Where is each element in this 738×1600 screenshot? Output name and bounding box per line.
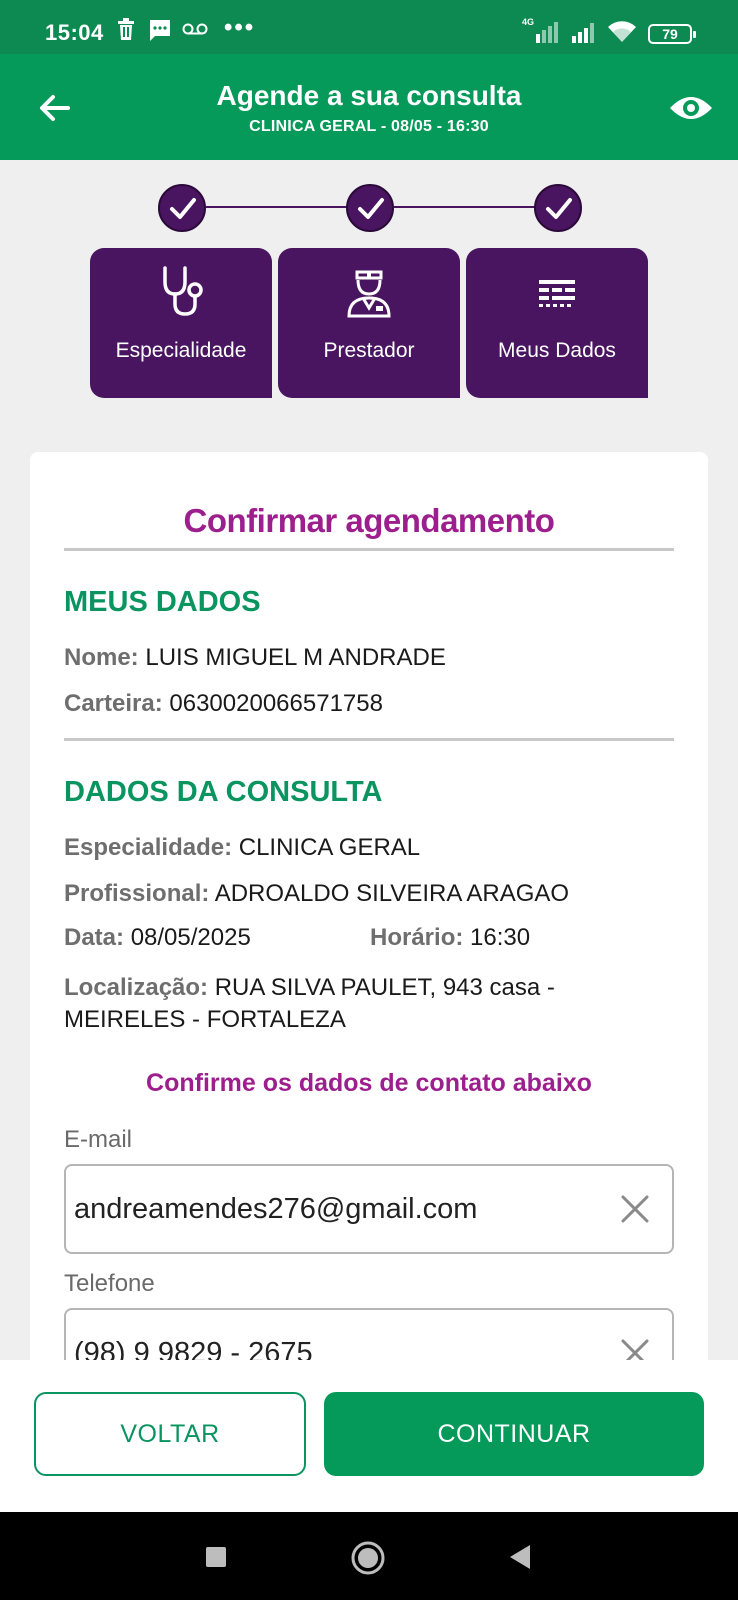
name-value: LUIS MIGUEL M ANDRADE	[145, 644, 446, 671]
voicemail-icon	[182, 22, 208, 41]
more-notifications: •••	[224, 14, 256, 41]
confirmation-card: Confirmar agendamento MEUS DADOS Nome: L…	[30, 452, 708, 1452]
step-label: Prestador	[323, 339, 415, 362]
page-title: Agende a sua consulta	[216, 80, 522, 111]
section-my-data-title: MEUS DADOS	[64, 586, 261, 618]
step-prestador[interactable]: Prestador	[278, 248, 460, 398]
page-subtitle: CLINICA GERAL - 08/05 - 16:30	[249, 118, 489, 135]
location-row: Localização: RUA SILVA PAULET, 943 casa …	[64, 972, 555, 1036]
status-bar: 15:04 ••• 4G 79	[0, 0, 738, 54]
step-1-check-icon	[158, 184, 206, 232]
email-input[interactable]	[74, 1166, 594, 1252]
voltar-button[interactable]: VOLTAR	[34, 1392, 306, 1476]
professional-value: ADROALDO SILVEIRA ARAGAO	[214, 880, 570, 907]
name-label: Nome:	[64, 644, 139, 671]
card-number-value: 0630020066571758	[169, 690, 383, 717]
signal-2-icon	[570, 18, 600, 49]
step-connector	[394, 206, 536, 208]
location-value-line2: MEIRELES - FORTALEZA	[64, 1006, 346, 1033]
step-connector	[206, 206, 348, 208]
home-icon[interactable]	[350, 1540, 386, 1581]
eye-icon[interactable]	[668, 88, 714, 128]
wifi-icon	[606, 20, 638, 49]
phone-label: Telefone	[64, 1270, 155, 1297]
step-label: Especialidade	[115, 339, 247, 362]
time-value: 16:30	[470, 924, 531, 951]
divider	[64, 738, 674, 741]
email-label: E-mail	[64, 1126, 133, 1153]
name-row: Nome: LUIS MIGUEL M ANDRADE	[64, 644, 446, 672]
recents-icon[interactable]	[205, 1546, 227, 1573]
app-bar: Agende a sua consulta CLINICA GERAL - 08…	[0, 54, 738, 160]
system-nav-bar	[0, 1512, 738, 1600]
clear-email-icon[interactable]	[620, 1194, 650, 1224]
back-nav-icon[interactable]	[508, 1544, 532, 1575]
date-label: Data:	[64, 924, 125, 951]
svg-text:4G: 4G	[522, 17, 534, 27]
continuar-button[interactable]: CONTINUAR	[324, 1392, 704, 1476]
battery-indicator: 79	[648, 24, 696, 44]
email-field	[64, 1164, 674, 1254]
professional-row: Profissional: ADROALDO SILVEIRA ARAGAO	[64, 880, 569, 908]
section-appointment-title: DADOS DA CONSULTA	[64, 776, 383, 808]
step-especialidade[interactable]: Especialidade	[90, 248, 272, 398]
card-title: Confirmar agendamento	[183, 502, 555, 539]
professional-label: Profissional:	[64, 880, 210, 907]
specialty-label: Especialidade:	[64, 834, 233, 861]
message-icon	[148, 18, 172, 47]
location-value-line1: RUA SILVA PAULET, 943 casa -	[214, 974, 555, 1001]
location-label: Localização:	[64, 974, 209, 1001]
step-3-check-icon	[534, 184, 582, 232]
time-row: Horário: 16:30	[370, 924, 530, 952]
card-number-label: Carteira:	[64, 690, 163, 717]
specialty-row: Especialidade: CLINICA GERAL	[64, 834, 420, 862]
specialty-value: CLINICA GERAL	[238, 834, 421, 861]
card-number-row: Carteira: 0630020066571758	[64, 690, 383, 718]
date-row: Data: 08/05/2025	[64, 924, 251, 952]
time-label: Horário:	[370, 924, 464, 951]
date-value: 08/05/2025	[130, 924, 251, 951]
divider	[64, 548, 674, 551]
step-2-check-icon	[346, 184, 394, 232]
step-meus-dados[interactable]: Meus Dados	[466, 248, 648, 398]
contact-heading: Confirme os dados de contato abaixo	[146, 1069, 592, 1097]
trash-icon	[117, 18, 135, 45]
signal-icon: 4G	[522, 16, 562, 49]
bottom-actions: VOLTAR CONTINUAR	[0, 1360, 738, 1512]
status-time: 15:04	[45, 20, 104, 45]
step-label: Meus Dados	[498, 339, 616, 362]
